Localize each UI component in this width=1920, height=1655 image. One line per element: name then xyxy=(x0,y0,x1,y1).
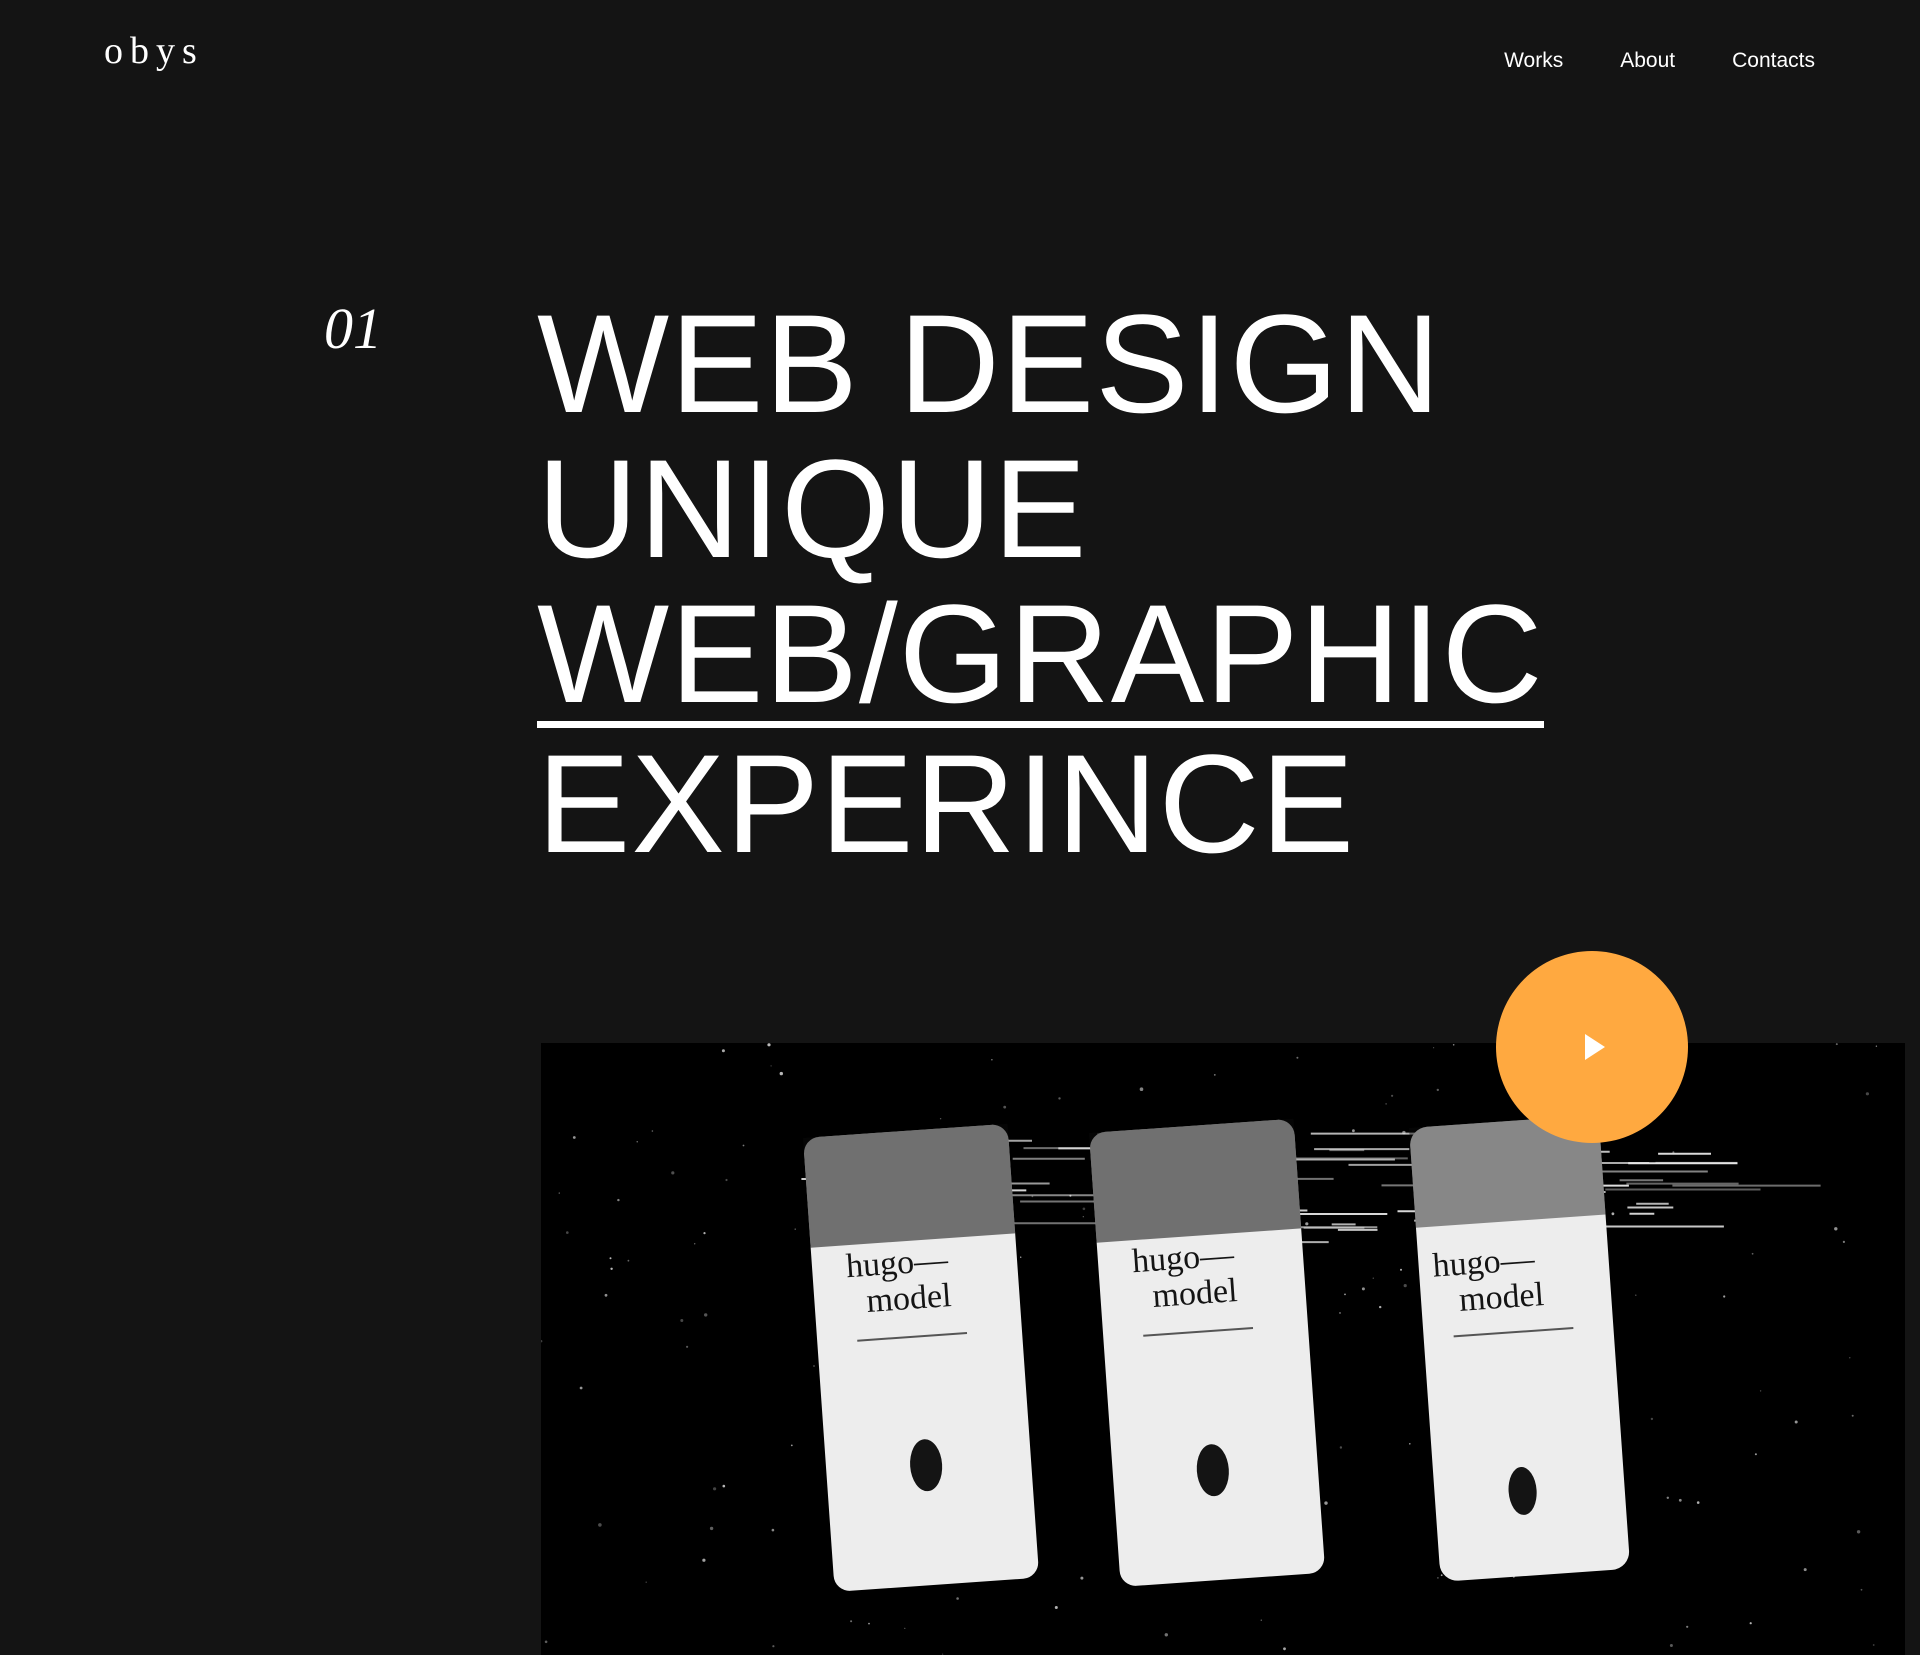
nav-link-contacts[interactable]: Contacts xyxy=(1732,48,1815,74)
card-2-line-2: model xyxy=(1151,1272,1238,1315)
headline-line-3: WEB/GRAPHIC xyxy=(537,581,1544,731)
headline-line-1: WEB DESIGN xyxy=(537,285,1442,442)
headline-line-4: EXPERINCE xyxy=(537,725,1356,882)
card-1-line-2: model xyxy=(865,1277,952,1320)
headline-line-2: UNIQUE xyxy=(537,430,1088,587)
section-index: 01 xyxy=(324,296,382,361)
phone-card-1: hugo— model xyxy=(803,1123,1039,1591)
nav-link-works[interactable]: Works xyxy=(1504,48,1563,74)
video-frame-image: hugo— model hugo— model hugo— model xyxy=(541,1043,1905,1655)
video-preview[interactable]: hugo— model hugo— model hugo— model xyxy=(541,1043,1905,1655)
phone-card-2: hugo— model xyxy=(1089,1118,1325,1586)
headline-line-3-text: WEB/GRAPHIC xyxy=(537,575,1544,732)
phone-card-3: hugo— model xyxy=(1409,1114,1630,1581)
play-icon xyxy=(1585,1034,1605,1060)
logo[interactable]: obys xyxy=(104,32,204,70)
card-3-line-2: model xyxy=(1458,1276,1545,1319)
play-button[interactable] xyxy=(1496,951,1688,1143)
nav-link-about[interactable]: About xyxy=(1620,48,1675,74)
hero-headline: WEB DESIGN UNIQUE WEB/GRAPHIC EXPERINCE xyxy=(537,291,1544,876)
main-nav: Works About Contacts xyxy=(1504,48,1815,74)
page: obys Works About Contacts 01 WEB DESIGN … xyxy=(0,0,1920,1655)
